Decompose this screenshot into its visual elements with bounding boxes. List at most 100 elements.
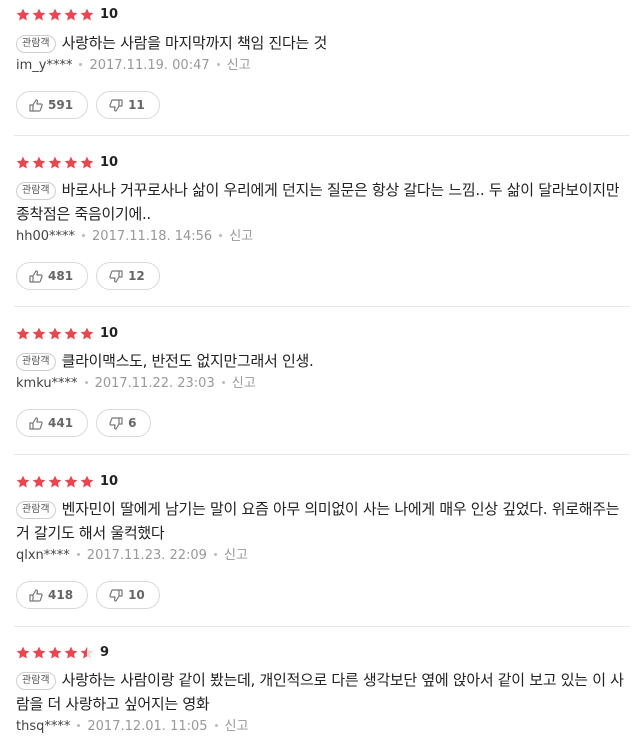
review-meta: qlxn**** 2017.11.23. 22:09 신고	[16, 548, 248, 564]
review-meta: thsq**** 2017.12.01. 11:05 신고	[16, 719, 248, 735]
separator-dot	[79, 63, 83, 66]
star-filled-icon	[80, 327, 94, 341]
star-filled-icon	[64, 327, 78, 341]
like-button[interactable]: 441	[16, 409, 89, 437]
thumbs-down-icon	[109, 269, 128, 283]
like-button[interactable]: 418	[16, 581, 89, 609]
divider	[14, 454, 630, 455]
star-filled-icon	[48, 475, 62, 489]
star-rating: 10	[16, 155, 118, 171]
report-link[interactable]: 신고	[224, 548, 248, 563]
like-count: 481	[48, 269, 74, 283]
divider	[14, 135, 630, 136]
star-filled-icon	[32, 156, 46, 170]
report-link[interactable]: 신고	[225, 719, 249, 734]
like-count: 418	[48, 588, 74, 602]
review-date: 2017.11.22. 23:03	[94, 376, 215, 391]
separator-dot	[216, 63, 220, 66]
viewer-badge: 관람객	[16, 501, 56, 519]
star-filled-icon	[48, 8, 62, 22]
rating-score: 10	[100, 474, 119, 489]
star-filled-icon	[48, 646, 62, 660]
review-meta: kmku**** 2017.11.22. 23:03 신고	[16, 376, 256, 392]
viewer-badge: 관람객	[16, 35, 56, 53]
separator-dot	[82, 234, 86, 237]
star-filled-icon	[32, 8, 46, 22]
like-button[interactable]: 591	[16, 91, 89, 119]
thumbs-down-icon	[109, 98, 128, 112]
like-count: 441	[48, 416, 74, 430]
separator-dot	[77, 724, 81, 727]
review-body: 사랑하는 사람을 마지막까지 책임 진다는 것	[61, 34, 328, 52]
star-filled-icon	[80, 156, 94, 170]
thumbs-up-icon	[29, 269, 48, 283]
review-text: 관람객 사랑하는 사람을 마지막까지 책임 진다는 것	[16, 31, 626, 55]
star-filled-icon	[48, 156, 62, 170]
username[interactable]: thsq****	[16, 719, 70, 734]
dislike-button[interactable]: 6	[96, 409, 152, 437]
username[interactable]: qlxn****	[16, 548, 70, 563]
username[interactable]: kmku****	[16, 376, 78, 391]
star-filled-icon	[16, 475, 30, 489]
star-filled-icon	[64, 475, 78, 489]
review-body: 사랑하는 사람이랑 같이 봤는데, 개인적으로 다른 생각보단 옆에 앉아서 같…	[16, 671, 624, 713]
review-text: 관람객 바로사나 거꾸로사나 삶이 우리에게 던지는 질문은 항상 갈다는 느낌.…	[16, 178, 626, 226]
review-date: 2017.12.01. 11:05	[87, 719, 208, 734]
thumbs-up-icon	[29, 416, 48, 430]
review-body: 클라이맥스도, 반전도 없지만그래서 인생.	[61, 352, 314, 370]
thumbs-down-icon	[109, 416, 128, 430]
dislike-count: 12	[128, 269, 145, 283]
vote-buttons: 591 11	[16, 91, 168, 119]
separator-dot	[221, 381, 225, 384]
report-link[interactable]: 신고	[227, 58, 251, 73]
username[interactable]: hh00****	[16, 229, 75, 244]
star-filled-icon	[80, 8, 94, 22]
star-half-icon	[80, 646, 94, 660]
review-meta: hh00**** 2017.11.18. 14:56 신고	[16, 229, 253, 245]
viewer-badge: 관람객	[16, 353, 56, 371]
rating-score: 10	[100, 326, 119, 341]
like-count: 591	[48, 98, 74, 112]
thumbs-up-icon	[29, 98, 48, 112]
star-filled-icon	[16, 646, 30, 660]
star-rating: 10	[16, 326, 118, 342]
divider	[14, 626, 630, 627]
divider	[14, 306, 630, 307]
star-filled-icon	[32, 475, 46, 489]
review-body: 바로사나 거꾸로사나 삶이 우리에게 던지는 질문은 항상 갈다는 느낌.. 두…	[16, 181, 620, 223]
rating-score: 10	[100, 7, 119, 22]
dislike-count: 11	[128, 98, 145, 112]
review-date: 2017.11.18. 14:56	[92, 229, 213, 244]
viewer-badge: 관람객	[16, 672, 56, 690]
report-link[interactable]: 신고	[232, 376, 256, 391]
review-text: 관람객 벤자민이 딸에게 남기는 말이 요즘 아무 의미없이 사는 나에게 매우 …	[16, 497, 626, 545]
separator-dot	[219, 234, 223, 237]
viewer-badge: 관람객	[16, 182, 56, 200]
star-filled-icon	[16, 156, 30, 170]
dislike-button[interactable]: 12	[96, 262, 160, 290]
dislike-button[interactable]: 11	[96, 91, 160, 119]
separator-dot	[84, 381, 88, 384]
star-filled-icon	[32, 327, 46, 341]
vote-buttons: 441 6	[16, 409, 159, 437]
like-button[interactable]: 481	[16, 262, 89, 290]
rating-score: 10	[100, 155, 119, 170]
thumbs-up-icon	[29, 588, 48, 602]
star-filled-icon	[16, 327, 30, 341]
username[interactable]: im_y****	[16, 58, 72, 73]
dislike-button[interactable]: 10	[96, 581, 160, 609]
separator-dot	[213, 553, 217, 556]
review-date: 2017.11.23. 22:09	[86, 548, 207, 563]
star-rating: 9	[16, 645, 109, 661]
star-filled-icon	[64, 8, 78, 22]
vote-buttons: 481 12	[16, 262, 168, 290]
star-filled-icon	[16, 8, 30, 22]
thumbs-down-icon	[109, 588, 128, 602]
report-link[interactable]: 신고	[229, 229, 253, 244]
star-rating: 10	[16, 474, 118, 490]
vote-buttons: 418 10	[16, 581, 168, 609]
dislike-count: 10	[128, 588, 145, 602]
review-text: 관람객 클라이맥스도, 반전도 없지만그래서 인생.	[16, 349, 626, 373]
separator-dot	[76, 553, 80, 556]
star-filled-icon	[64, 156, 78, 170]
